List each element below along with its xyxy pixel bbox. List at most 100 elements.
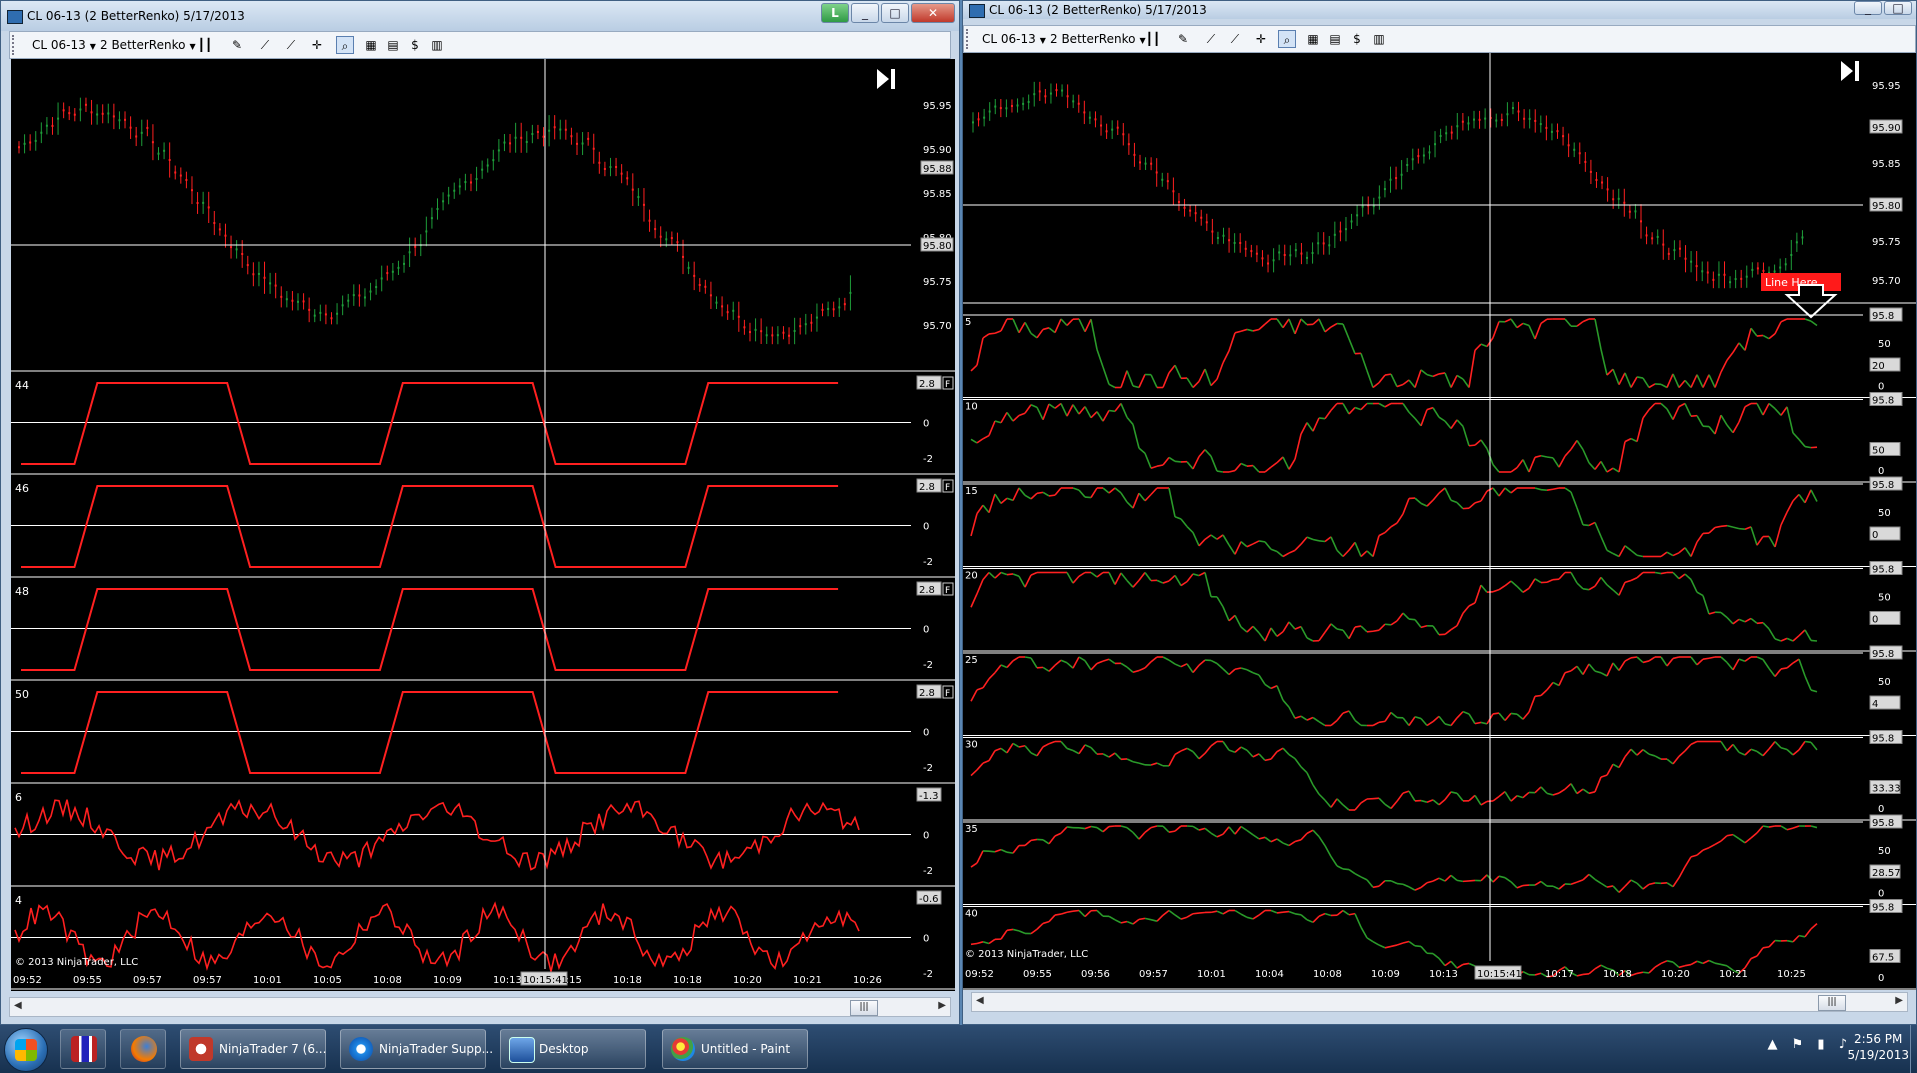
properties-icon[interactable]: ▥ (1370, 30, 1388, 48)
strategies-icon[interactable]: ▤ (1326, 30, 1344, 48)
chart-area[interactable]: 95.9595.9095.8595.8095.7595.7095.8895.80… (11, 59, 955, 991)
scroll-thumb[interactable]: ||| (850, 1000, 878, 1016)
minimize-button[interactable]: _ (851, 3, 879, 23)
stochastic-line (1030, 838, 1038, 842)
stochastic-line (1228, 544, 1236, 555)
stochastic-line (994, 664, 1002, 674)
indicators-icon[interactable]: ▦ (1304, 30, 1322, 48)
crosshair-icon[interactable]: ✛ (308, 36, 326, 54)
crosshair-icon[interactable]: ✛ (1252, 30, 1270, 48)
hide-drawings-icon[interactable]: ⟋ (1226, 30, 1244, 48)
task-ninjatrader[interactable]: NinjaTrader 7 (6... (180, 1029, 326, 1069)
stochastic-line (1084, 660, 1092, 671)
stochastic-line (1030, 657, 1038, 669)
stochastic-line (1804, 675, 1812, 691)
stochastic-line (1300, 626, 1308, 639)
stochastic-line (1504, 487, 1512, 494)
volume-icon[interactable]: ♪ (1839, 1037, 1847, 1052)
stochastic-line (1264, 758, 1272, 762)
scroll-right-icon[interactable]: ▶ (1895, 995, 1903, 1006)
snap-icon[interactable]: ⟋ (1202, 30, 1220, 48)
chart-toolbar: CL 06-13 ▼ 2 BetterRenko ▼ ┃┃ ✎ ⟋ ⟋ ✛ ⌕ ▦ … (963, 25, 1916, 53)
stochastic-line (1096, 571, 1104, 578)
zoom-icon[interactable]: ⌕ (1278, 30, 1296, 48)
stochastic-line (1228, 469, 1236, 473)
indicators-icon[interactable]: ▦ (362, 36, 380, 54)
stochastic-line (1198, 827, 1206, 831)
stochastic-line (1672, 552, 1680, 557)
network-icon[interactable]: ▮ (1817, 1037, 1824, 1052)
pinned-firefox[interactable] (120, 1029, 166, 1069)
toolbar-grip[interactable] (966, 29, 971, 49)
properties-icon[interactable]: ▥ (428, 36, 446, 54)
drawing-tools-icon[interactable]: ✎ (1174, 30, 1192, 48)
stochastic-line (1102, 825, 1110, 833)
scroll-left-icon[interactable]: ◀ (14, 1000, 22, 1011)
stochastic-line (976, 504, 984, 515)
minimize-button[interactable]: _ (1854, 1, 1882, 15)
stochastic-line (1786, 500, 1794, 513)
stochastic-line (970, 862, 978, 868)
scroll-thumb[interactable]: ||| (1818, 995, 1846, 1011)
chart-trader-icon[interactable]: $ (1348, 30, 1366, 48)
show-hidden-icons-icon[interactable]: ▲ (1767, 1037, 1777, 1052)
instrument-selector[interactable]: CL 06-13 ▼ (982, 32, 1046, 46)
stochastic-line (1642, 883, 1650, 890)
toolbar-grip[interactable] (12, 35, 17, 55)
show-desktop-button[interactable] (1910, 1025, 1917, 1073)
zoom-icon[interactable]: ⌕ (336, 36, 354, 54)
chart-trader-icon[interactable]: $ (406, 36, 424, 54)
stochastic-line (1162, 825, 1170, 833)
maximize-button[interactable]: □ (881, 3, 909, 23)
stochastic-line (1546, 456, 1554, 459)
drawing-tools-icon[interactable]: ✎ (228, 36, 246, 54)
stochastic-line (1792, 432, 1800, 440)
chart-area[interactable]: 95.9595.9095.8595.8095.7595.7095.9095.80… (963, 53, 1916, 990)
stochastic-line (1690, 854, 1698, 858)
clock[interactable]: 2:56 PM 5/19/2013 (1847, 1031, 1909, 1063)
bar-style-icon[interactable]: ┃┃ (196, 36, 214, 54)
stochastic-line (1384, 623, 1392, 626)
stochastic-line (1432, 373, 1440, 378)
chart-canvas[interactable]: 95.9595.9095.8595.8095.7595.7095.8895.80… (11, 59, 955, 991)
task-ninjatrader-support[interactable]: NinjaTrader Supp... (340, 1029, 493, 1069)
link-button[interactable]: L (821, 3, 849, 23)
stochastic-line (1006, 742, 1014, 754)
bar-type-selector[interactable]: 2 BetterRenko ▼ (1050, 32, 1146, 46)
stochastic-line (1666, 373, 1674, 388)
action-center-flag-icon[interactable]: ⚑ (1792, 1037, 1804, 1052)
time-tick-label: 10:20 (733, 975, 762, 986)
strategies-icon[interactable]: ▤ (384, 36, 402, 54)
horizontal-scrollbar[interactable]: ◀ ||| ▶ (9, 997, 951, 1017)
instrument-selector[interactable]: CL 06-13 ▼ (32, 38, 96, 52)
stochastic-line (1768, 402, 1776, 410)
stochastic-line (1084, 744, 1092, 749)
title-bar[interactable]: CL 06-13 (2 BetterRenko) 5/17/2013 L _ □… (1, 1, 959, 31)
stochastic-line (1216, 662, 1224, 670)
stochastic-line (1678, 573, 1686, 580)
stochastic-line (1294, 543, 1302, 551)
snap-icon[interactable]: ⟋ (256, 36, 274, 54)
close-button[interactable]: ✕ (911, 3, 955, 23)
bar-style-icon[interactable]: ┃┃ (1144, 30, 1162, 48)
maximize-button[interactable]: □ (1884, 1, 1912, 15)
pinned-app[interactable] (60, 1029, 106, 1069)
stochastic-line (1174, 914, 1182, 920)
horizontal-scrollbar[interactable]: ◀ ||| ▶ (971, 992, 1908, 1012)
start-button[interactable] (4, 1028, 48, 1072)
stochastic-line (1744, 837, 1752, 844)
stochastic-line (1786, 637, 1794, 642)
scroll-left-icon[interactable]: ◀ (976, 995, 984, 1006)
time-tick-label: 09:57 (193, 975, 222, 986)
hide-drawings-icon[interactable]: ⟋ (282, 36, 300, 54)
stochastic-line (1744, 656, 1752, 662)
title-bar[interactable]: CL 06-13 (2 BetterRenko) 5/17/2013 _ □ (963, 1, 1916, 19)
bar-type-selector[interactable]: 2 BetterRenko ▼ (100, 38, 196, 52)
task-paint[interactable]: Untitled - Paint (662, 1029, 808, 1069)
stochastic-line (1702, 846, 1710, 851)
chart-canvas[interactable]: 95.9595.9095.8595.8095.7595.7095.9095.80… (963, 53, 1916, 990)
task-desktop[interactable]: Desktop (500, 1029, 646, 1069)
stochastic-line (1780, 406, 1788, 416)
stochastic-line (1048, 664, 1056, 672)
scroll-right-icon[interactable]: ▶ (938, 1000, 946, 1011)
